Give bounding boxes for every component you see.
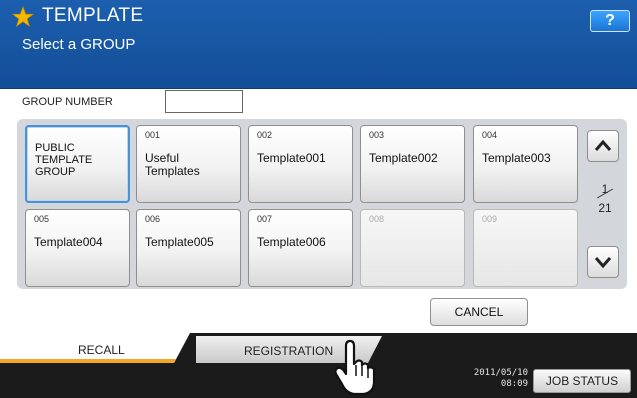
tab-registration-label: REGISTRATION — [244, 344, 334, 358]
group-tile-003[interactable]: 003 Template002 — [360, 125, 465, 203]
group-tile-006[interactable]: 006 Template005 — [136, 209, 241, 287]
group-tile-number: 004 — [482, 130, 498, 140]
instruction-text: Select a GROUP — [22, 36, 136, 53]
group-tile-002[interactable]: 002 Template001 — [248, 125, 353, 203]
group-tile-008: 008 — [360, 209, 465, 287]
group-tile-name: Template003 — [482, 151, 551, 165]
job-status-button[interactable]: JOB STATUS — [533, 369, 631, 393]
group-number-label: GROUP NUMBER — [22, 96, 113, 108]
date-text: 2011/05/10 — [473, 368, 528, 378]
group-number-input[interactable] — [165, 90, 243, 113]
group-tile-public[interactable]: PUBLIC TEMPLATE GROUP — [25, 125, 130, 203]
header-bar: TEMPLATE ? Select a GROUP — [0, 0, 637, 89]
cancel-button[interactable]: CANCEL — [430, 298, 528, 326]
status-bar: 2011/05/10 08:09 JOB STATUS — [0, 363, 637, 398]
group-tile-number: 001 — [145, 130, 161, 140]
group-tile-number: 007 — [257, 214, 273, 224]
chevron-down-icon — [594, 257, 612, 269]
pointer-hand-icon — [334, 339, 376, 396]
group-tile-004[interactable]: 004 Template003 — [473, 125, 578, 203]
group-tile-name: Useful Templates — [145, 151, 200, 178]
main-content: GROUP NUMBER PUBLIC TEMPLATE GROUP 001 U… — [0, 90, 637, 333]
group-tile-005[interactable]: 005 Template004 — [25, 209, 130, 287]
group-tile-007[interactable]: 007 Template006 — [248, 209, 353, 287]
group-tile-name: Template002 — [369, 151, 438, 165]
title-bar: TEMPLATE ? — [0, 0, 637, 34]
group-grid-panel: PUBLIC TEMPLATE GROUP 001 Useful Templat… — [17, 119, 627, 289]
page-title: TEMPLATE — [42, 5, 144, 26]
chevron-up-icon — [594, 139, 612, 151]
group-tile-number: 005 — [34, 214, 50, 224]
group-tile-number: 003 — [369, 130, 385, 140]
group-tile-name: Template001 — [257, 151, 326, 165]
group-tile-name: Template004 — [34, 235, 103, 249]
page-down-button[interactable] — [587, 246, 619, 278]
group-tile-name: Template006 — [257, 235, 326, 249]
datetime-display: 2011/05/10 08:09 — [458, 368, 528, 390]
help-button[interactable]: ? — [590, 10, 630, 32]
group-tile-009: 009 — [473, 209, 578, 287]
time-text: 08:09 — [500, 379, 528, 389]
group-tile-number: 002 — [257, 130, 273, 140]
page-total: 21 — [598, 201, 612, 215]
star-icon — [12, 6, 34, 28]
group-tile-001[interactable]: 001 Useful Templates — [136, 125, 241, 203]
group-tile-name: PUBLIC TEMPLATE GROUP — [35, 142, 93, 178]
group-tile-name: Template005 — [145, 235, 214, 249]
group-tile-number: 008 — [369, 214, 385, 224]
group-tile-number: 006 — [145, 214, 161, 224]
tab-recall-label: RECALL — [78, 343, 125, 357]
page-up-button[interactable] — [587, 130, 619, 162]
tab-bar: RECALL REGISTRATION — [0, 333, 637, 363]
group-tile-number: 009 — [482, 214, 498, 224]
